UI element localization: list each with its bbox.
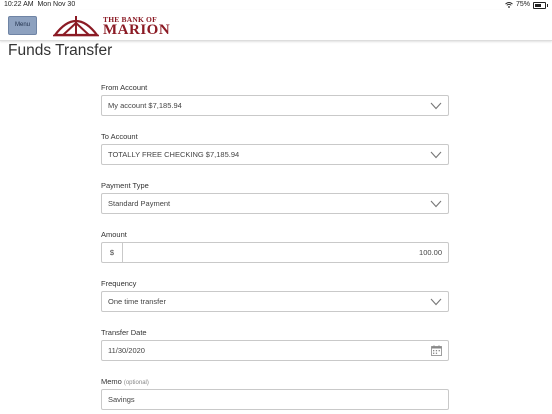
frequency-value: One time transfer [108,297,166,306]
to-account-select[interactable]: TOTALLY FREE CHECKING $7,185.94 [101,144,449,165]
transfer-date-label: Transfer Date [101,328,147,337]
from-account-label: From Account [101,83,148,92]
chevron-down-icon [430,298,442,306]
frequency-label: Frequency [101,279,137,288]
chevron-down-icon [430,151,442,159]
app-header: Menu THE BANK OF MARION [0,10,552,41]
amount-field[interactable]: $ 100.00 [101,242,449,263]
chevron-down-icon [430,200,442,208]
memo-value: Savings [108,395,135,404]
status-time: 10:22 AM Mon Nov 30 [4,0,75,10]
calendar-icon[interactable] [431,345,442,356]
page-title: Funds Transfer [8,42,113,59]
battery-icon [533,1,548,9]
to-account-value: TOTALLY FREE CHECKING $7,185.94 [108,150,240,159]
transfer-date-value: 11/30/2020 [108,346,145,355]
status-time-text: 10:22 AM [4,1,34,8]
memo-optional-hint: (optional) [123,380,149,386]
wifi-icon [505,2,513,8]
transfer-date-field[interactable]: 11/30/2020 [101,340,449,361]
from-account-value: My account $7,185.94 [108,101,182,110]
memo-field[interactable]: Savings [101,389,449,410]
status-right: 75% [505,0,548,10]
to-account-label: To Account [101,132,138,141]
payment-type-value: Standard Payment [108,199,171,208]
status-date-text: Mon Nov 30 [37,1,76,8]
battery-percent: 75% [515,1,530,8]
memo-label-text: Memo [101,377,122,386]
logo-arch-icon [53,16,99,37]
bank-logo[interactable]: THE BANK OF MARION [53,13,173,38]
amount-label: Amount [101,230,127,239]
from-account-select[interactable]: My account $7,185.94 [101,95,449,116]
amount-input[interactable]: 100.00 [419,243,442,262]
frequency-select[interactable]: One time transfer [101,291,449,312]
payment-type-label: Payment Type [101,181,149,190]
status-bar: 10:22 AM Mon Nov 30 75% [0,0,552,10]
currency-prefix: $ [102,243,123,262]
memo-label: Memo (optional) [101,377,149,386]
menu-button[interactable]: Menu [8,16,37,35]
chevron-down-icon [430,102,442,110]
payment-type-select[interactable]: Standard Payment [101,193,449,214]
logo-bottom-text: MARION [103,22,171,38]
